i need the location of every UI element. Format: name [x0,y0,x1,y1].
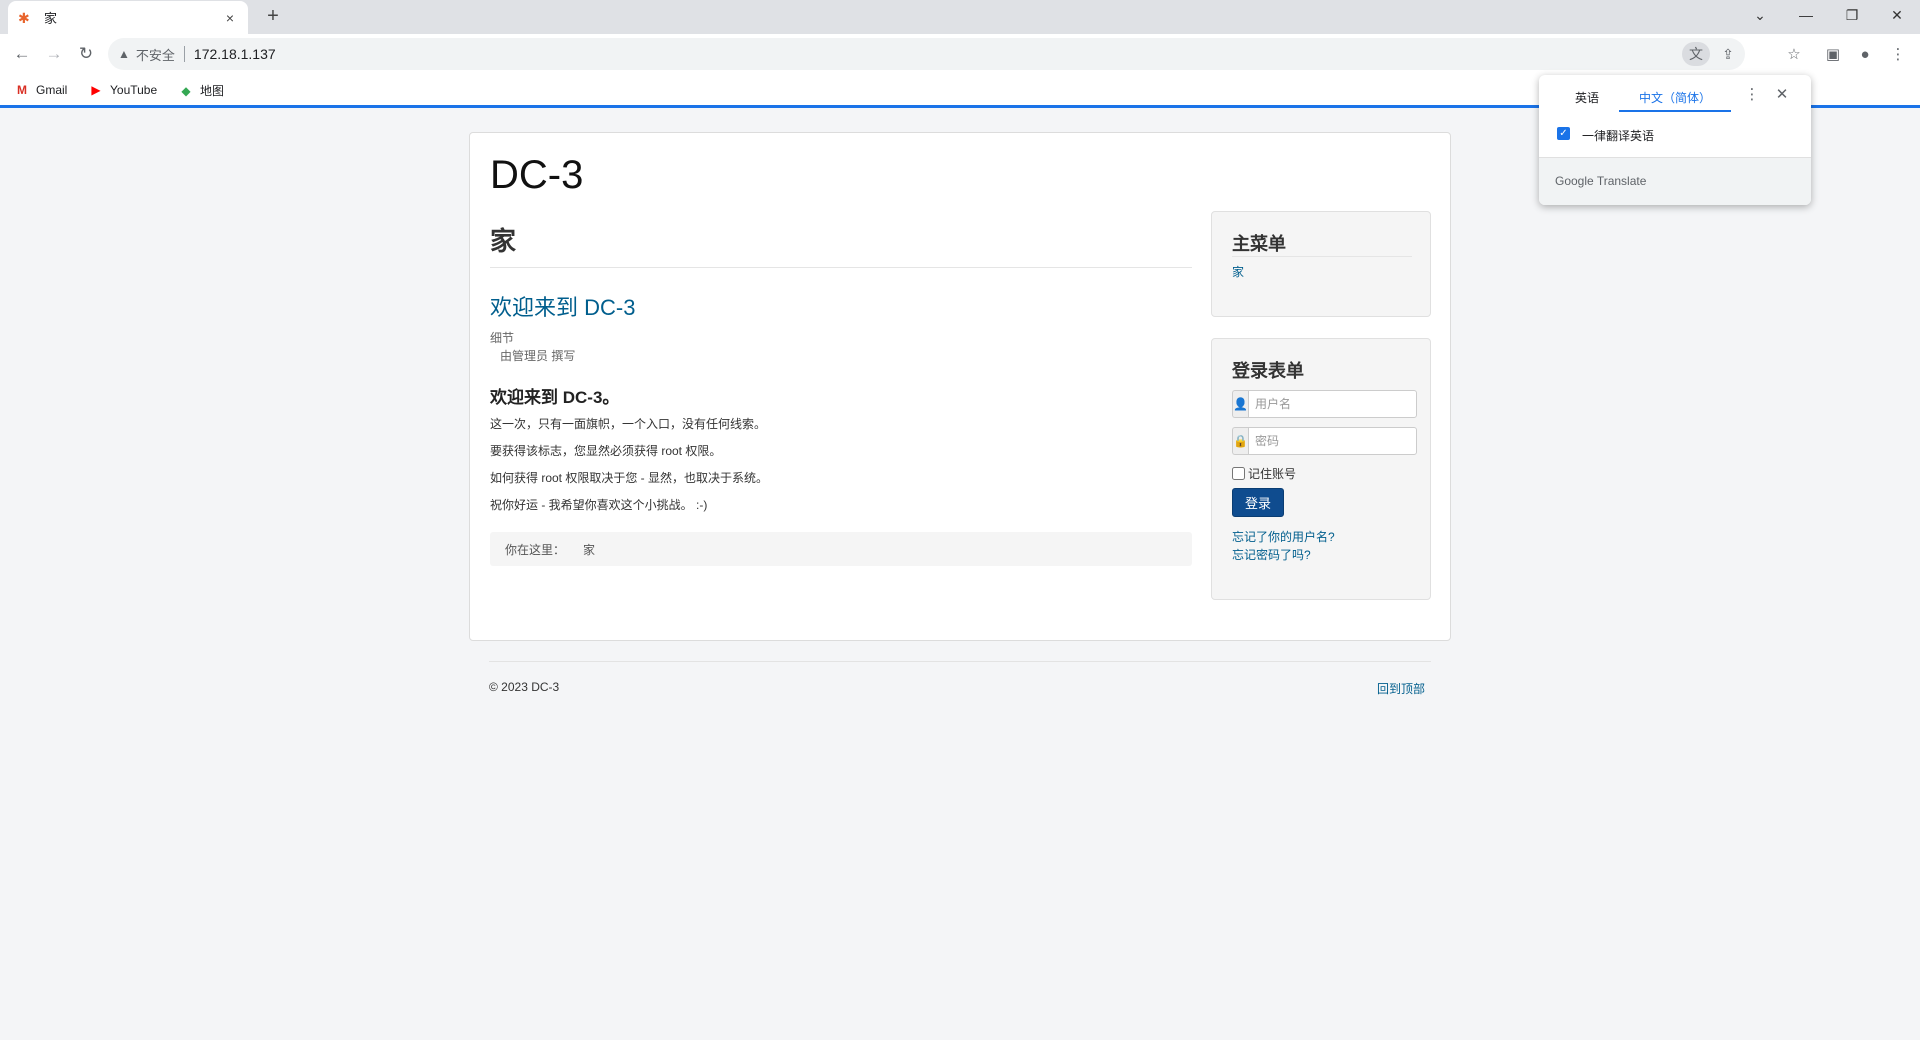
translate-footer: Google Translate [1539,157,1811,205]
bookmark-label: 地图 [200,84,225,98]
article-author: 由管理员 撰写 [500,349,576,363]
joomla-favicon-icon: ✱ [18,9,30,26]
footer-copyright: © 2023 DC-3 [489,680,560,694]
tab-target-language[interactable]: 中文（简体） [1639,89,1711,106]
back-to-top-link[interactable]: 回到顶部 [1377,680,1425,697]
password-input[interactable] [1247,427,1417,455]
module-divider [1232,256,1412,257]
article-paragraph: 祝你好运 - 我希望你喜欢这个小挑战。 :-) [490,498,708,512]
tab-strip: ✱ 家 × + ⌄ — ❐ ✕ [0,0,1920,34]
page-heading: 家 [490,226,517,256]
article-paragraph: 这一次，只有一面旗帜，一个入口，没有任何线索。 [490,417,767,431]
article-details-label: 细节 [490,331,515,345]
remember-me[interactable]: 记住账号 [1232,465,1296,482]
forward-button[interactable]: → [42,42,66,66]
back-button[interactable]: ← [10,42,34,66]
article-subtitle: 欢迎来到 DC-3。 [490,388,620,407]
footer-divider [489,661,1431,662]
username-group: 👤 [1232,390,1417,418]
article-paragraph: 要获得该标志，您显然必须获得 root 权限。 [490,444,722,458]
new-tab-button[interactable]: + [262,6,284,28]
breadcrumb: 你在这里： 家 [490,532,1192,566]
more-options-icon[interactable]: ⋮ [1742,85,1762,105]
username-input[interactable] [1247,390,1417,418]
forgot-username-link[interactable]: 忘记了你的用户名? [1232,528,1335,545]
menu-kebab-icon[interactable]: ⋮ [1886,42,1910,66]
translate-icon[interactable]: 文 [1682,42,1710,66]
share-icon[interactable]: ⇪ [1714,42,1742,66]
login-form-title: 登录表单 [1232,361,1304,381]
not-secure-label[interactable]: 不安全 [136,45,175,64]
minimize-button[interactable]: — [1783,0,1829,30]
browser-tab[interactable]: ✱ 家 × [8,1,248,34]
bookmark-label: YouTube [110,83,158,97]
main-menu-title: 主菜单 [1232,234,1286,254]
breadcrumb-label: 你在这里： [505,542,566,557]
login-button[interactable]: 登录 [1232,488,1284,517]
remember-checkbox[interactable] [1232,467,1245,480]
site-title[interactable]: DC-3 [490,153,583,198]
bookmark-maps[interactable]: ◆ 地图 [178,82,224,99]
login-module: 登录表单 👤 🔒 记住账号 登录 忘记了你的用户名? 忘记密码了吗? [1211,338,1431,600]
tab-source-language[interactable]: 英语 [1575,89,1599,106]
breadcrumb-item: 家 [583,542,596,557]
article-paragraph: 如何获得 root 权限取决于您 - 显然，也取决于系统。 [490,471,769,485]
browser-toolbar: ← → ↻ ▲ 不安全 172.18.1.137 文 ⇪ ☆ ▣ ● ⋮ [0,34,1920,74]
address-separator [183,46,185,62]
google-translate-brand: Google Translate [1555,174,1647,188]
reload-button[interactable]: ↻ [74,42,98,66]
url-text[interactable]: 172.18.1.137 [194,46,276,62]
forgot-password-link[interactable]: 忘记密码了吗? [1232,546,1311,563]
address-bar[interactable]: ▲ 不安全 172.18.1.137 文 ⇪ [108,38,1745,70]
user-icon: 👤 [1232,390,1248,418]
maps-icon: ◆ [181,83,191,98]
heading-divider [490,267,1192,268]
youtube-icon: ▶ [91,83,101,97]
profile-icon[interactable]: ● [1853,42,1877,66]
tab-search-icon[interactable]: ⌄ [1737,0,1783,30]
tab-title: 家 [44,11,58,26]
warning-triangle-icon: ▲ [118,47,130,61]
always-translate-label: 一律翻译英语 [1582,129,1655,143]
password-group: 🔒 [1232,427,1417,455]
lock-icon: 🔒 [1232,427,1248,455]
bookmark-gmail[interactable]: M Gmail [14,82,67,98]
close-icon[interactable]: ✕ [1772,85,1792,105]
translate-popup: 英语 中文（简体） ⋮ ✕ ✓ 一律翻译英语 Google Translate [1539,75,1811,205]
bookmark-star-icon[interactable]: ☆ [1782,42,1806,66]
menu-item-home[interactable]: 家 [1232,263,1244,280]
bookmark-youtube[interactable]: ▶ YouTube [88,82,157,98]
remember-label: 记住账号 [1248,467,1297,481]
gmail-icon: M [17,83,27,97]
active-tab-indicator [1619,110,1731,112]
main-menu-module: 主菜单 家 [1211,211,1431,317]
always-translate-checkbox[interactable]: ✓ [1557,127,1570,140]
page-container: DC-3 家 欢迎来到 DC-3 细节 由管理员 撰写 欢迎来到 DC-3。 这… [469,132,1451,641]
article-title[interactable]: 欢迎来到 DC-3 [490,290,635,322]
bookmark-label: Gmail [36,83,68,97]
tab-close-icon[interactable]: × [222,10,238,26]
close-window-button[interactable]: ✕ [1874,0,1920,30]
restore-button[interactable]: ❐ [1829,0,1875,30]
side-panel-icon[interactable]: ▣ [1821,42,1845,66]
